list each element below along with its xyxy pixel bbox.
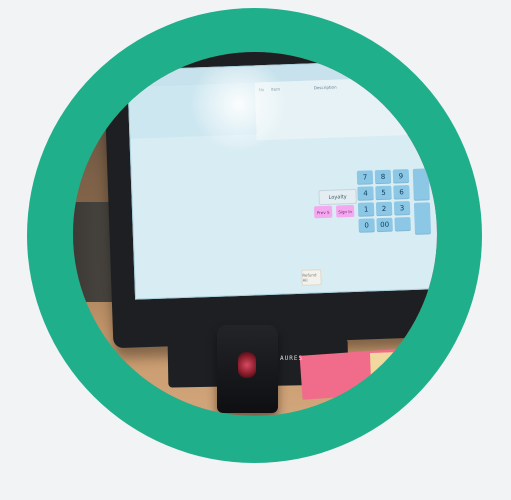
bottom-action-button[interactable]: Refund All (301, 269, 322, 286)
key-1[interactable]: 1 (357, 202, 375, 217)
key-6[interactable]: 6 (393, 185, 410, 200)
key-enter-top[interactable] (412, 168, 430, 201)
pos-screen: No Item Description Qty Loyalty Prev S S… (127, 58, 437, 300)
key-enter-bottom[interactable] (413, 202, 432, 235)
column-qty: Qty (423, 81, 431, 87)
pink-button-1[interactable]: Prev S (313, 205, 333, 219)
key-4[interactable]: 4 (357, 186, 374, 201)
brand-logo: AURES (280, 355, 304, 362)
key-9[interactable]: 9 (392, 169, 410, 184)
key-dot[interactable] (394, 216, 411, 232)
yellow-note (370, 351, 430, 411)
key-00[interactable]: 00 (376, 217, 393, 233)
key-8[interactable]: 8 (374, 169, 392, 185)
key-5[interactable]: 5 (375, 185, 392, 201)
loyalty-button[interactable]: Loyalty (318, 188, 357, 206)
photo-frame: No Item Description Qty Loyalty Prev S S… (73, 52, 437, 416)
key-7[interactable]: 7 (356, 170, 374, 185)
key-2[interactable]: 2 (375, 201, 393, 217)
column-description: Description (313, 84, 337, 91)
key-0[interactable]: 0 (358, 218, 375, 233)
scanner-red-light (238, 352, 256, 378)
pink-button-2[interactable]: Sign In (335, 204, 355, 218)
key-3[interactable]: 3 (393, 201, 411, 216)
